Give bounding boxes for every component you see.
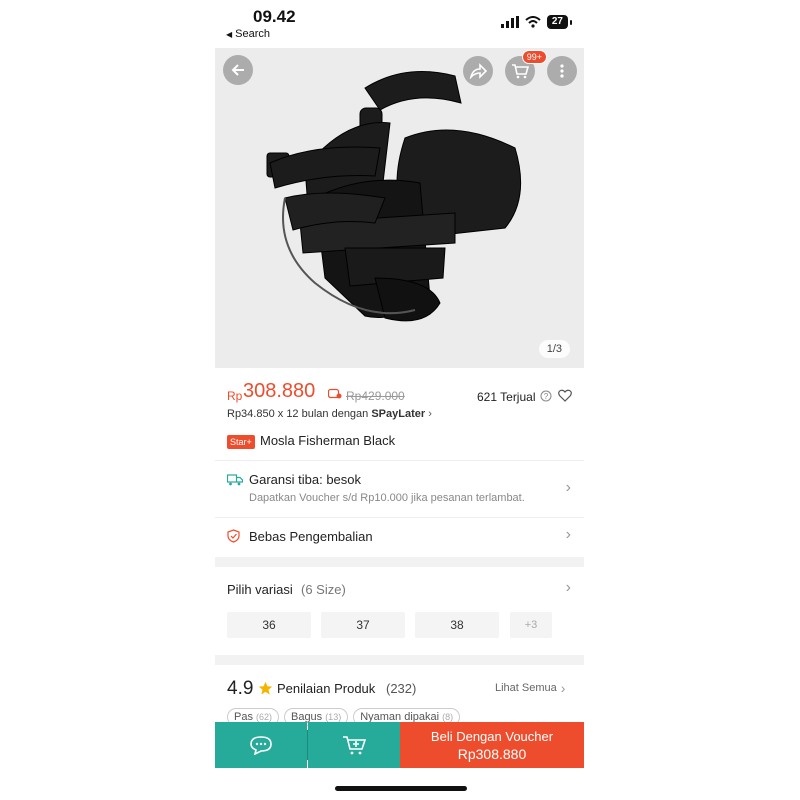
battery-indicator: 27: [546, 15, 568, 29]
size-option[interactable]: 37: [321, 612, 405, 638]
shield-icon: [227, 529, 240, 543]
truck-icon: [227, 474, 243, 486]
installment-info[interactable]: Rp34.850 x 12 bulan dengan SPayLater ›: [227, 408, 432, 420]
variant-label: Pilih variasi: [227, 582, 293, 597]
chevron-right-icon: ›: [565, 526, 571, 543]
rating-label: Penilaian Produk: [277, 681, 376, 696]
svg-text:?: ?: [544, 392, 549, 401]
buy-label: Beli Dengan Voucher: [430, 728, 554, 744]
installment-text: Rp34.850 x 12 bulan dengan: [227, 408, 372, 420]
star-plus-badge: Star+: [227, 435, 255, 449]
buy-with-voucher-button[interactable]: Beli Dengan Voucher Rp308.880: [400, 722, 584, 768]
back-button[interactable]: [223, 55, 253, 85]
shipping-title: Garansi tiba: besok: [249, 472, 362, 487]
chevron-right-icon: ›: [565, 479, 571, 496]
help-icon[interactable]: ?: [540, 390, 552, 402]
sold-count: 621 Terjual: [477, 390, 536, 404]
free-returns-row[interactable]: Bebas Pengembalian ›: [215, 518, 584, 556]
share-button[interactable]: [463, 56, 493, 86]
add-cart-icon: [343, 736, 366, 755]
battery-tip: [570, 19, 572, 25]
back-to-search-link[interactable]: ◀ Search: [226, 28, 270, 40]
section-separator: [215, 655, 584, 665]
add-to-cart-button[interactable]: [308, 722, 400, 768]
phone-screen: 09.42 ◀ Search 27 99+ 1/3 Rp 308.880 Rp4…: [215, 0, 584, 800]
chat-button[interactable]: [215, 722, 307, 768]
cart-count-badge: 99+: [521, 50, 547, 64]
section-separator: [215, 557, 584, 567]
current-price: 308.880: [243, 380, 316, 402]
rating-score: 4.9: [227, 678, 254, 699]
bottom-action-bar: Beli Dengan Voucher Rp308.880: [215, 722, 584, 768]
buy-price: Rp308.880: [457, 745, 527, 762]
tag-count: (62): [255, 712, 272, 722]
star-icon: [258, 681, 273, 695]
tag-count: (13): [325, 712, 342, 722]
chevron-right-icon: ›: [560, 680, 566, 696]
variant-selector-row[interactable]: Pilih variasi (6 Size) ›: [215, 567, 584, 611]
sandal-illustration: [266, 71, 522, 322]
size-option[interactable]: 38: [415, 612, 499, 638]
more-button[interactable]: [547, 56, 577, 86]
cart-icon: [512, 64, 529, 79]
see-all-reviews-link[interactable]: Lihat Semua ›: [495, 680, 566, 696]
back-search-label: Search: [235, 28, 271, 40]
shipping-subtitle: Dapatkan Voucher s/d Rp10.000 jika pesan…: [249, 492, 525, 504]
discount-coin-icon: [328, 388, 342, 399]
status-time: 09.42: [253, 7, 296, 26]
product-image[interactable]: [215, 48, 584, 368]
home-indicator[interactable]: [335, 786, 467, 791]
installment-chevron-icon: ›: [428, 408, 432, 420]
back-arrow-icon: [231, 64, 244, 76]
shipping-guarantee-row[interactable]: Garansi tiba: besok Dapatkan Voucher s/d…: [215, 461, 584, 517]
product-title: Mosla Fisherman Black: [260, 433, 396, 448]
more-icon: [560, 64, 564, 78]
more-sizes-button[interactable]: +3: [510, 612, 552, 638]
size-option[interactable]: 36: [227, 612, 311, 638]
see-all-label: Lihat Semua: [495, 682, 557, 694]
tag-count: (8): [442, 712, 454, 722]
price-currency: Rp: [227, 389, 243, 403]
returns-title: Bebas Pengembalian: [249, 529, 373, 544]
chevron-right-icon: ›: [565, 579, 571, 596]
installment-brand: SPayLater: [371, 408, 426, 420]
cart-button[interactable]: 99+: [505, 50, 547, 86]
rating-count: (232): [386, 681, 417, 696]
chat-icon: [250, 736, 272, 755]
signal-icon: [500, 16, 519, 28]
gallery-indicator: 1/3: [538, 340, 570, 358]
status-icons: 27: [500, 15, 572, 29]
variant-count: (6 Size): [301, 582, 346, 597]
share-icon: [469, 63, 487, 79]
original-price: Rp429.000: [346, 389, 405, 403]
back-triangle-icon: ◀: [226, 29, 233, 39]
wifi-icon: [525, 16, 541, 28]
heart-icon[interactable]: [558, 389, 572, 402]
